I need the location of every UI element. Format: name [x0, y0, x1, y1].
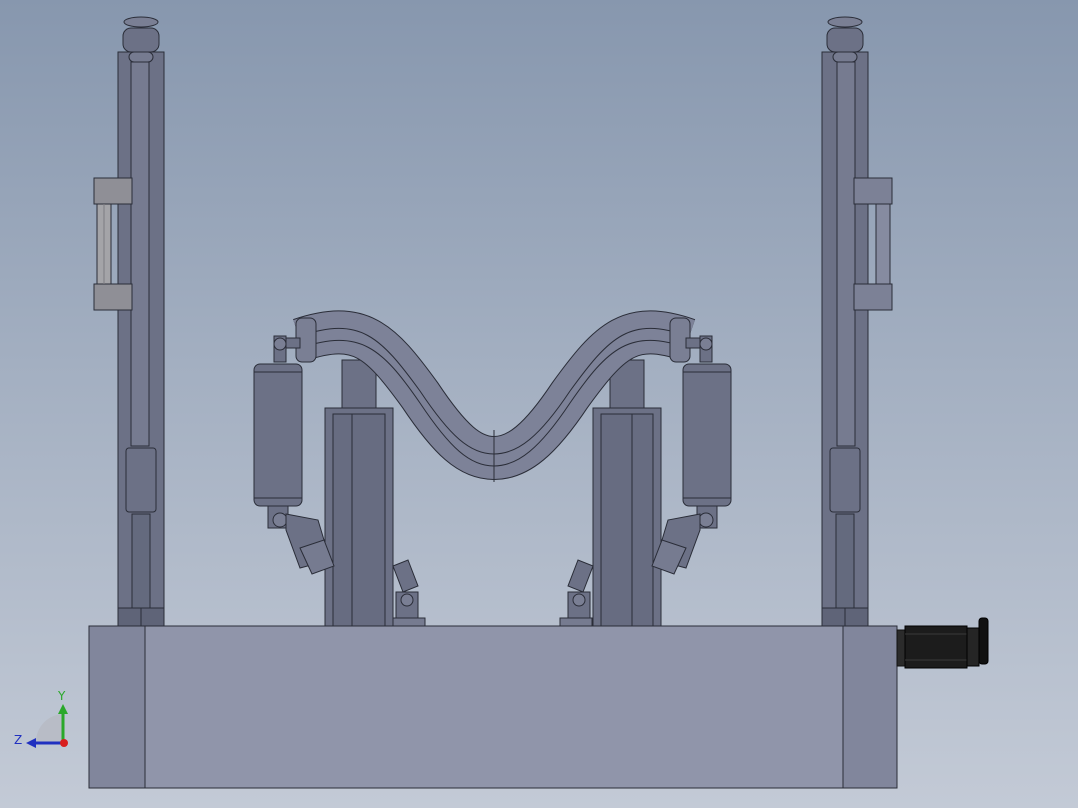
- servo-motor[interactable]: [896, 617, 989, 669]
- x-axis-dot: [60, 739, 68, 747]
- right-column[interactable]: [821, 16, 893, 627]
- right-post[interactable]: [592, 359, 662, 627]
- graphics-viewport[interactable]: Y Z: [0, 0, 1078, 808]
- z-axis-label: Z: [14, 733, 22, 747]
- y-axis-arrow: [58, 704, 68, 714]
- z-axis-arrow: [26, 738, 36, 748]
- left-cylinder[interactable]: [253, 335, 335, 575]
- right-pivot-bracket[interactable]: [559, 559, 594, 627]
- base-block[interactable]: [88, 625, 898, 789]
- left-pivot-bracket[interactable]: [392, 559, 426, 627]
- model-scene[interactable]: Y Z: [0, 0, 1078, 808]
- y-axis-label: Y: [57, 689, 66, 703]
- right-cylinder[interactable]: [651, 335, 732, 575]
- view-orientation-triad-icon[interactable]: Y Z: [14, 689, 68, 748]
- left-column[interactable]: [93, 16, 165, 627]
- left-post[interactable]: [324, 359, 394, 627]
